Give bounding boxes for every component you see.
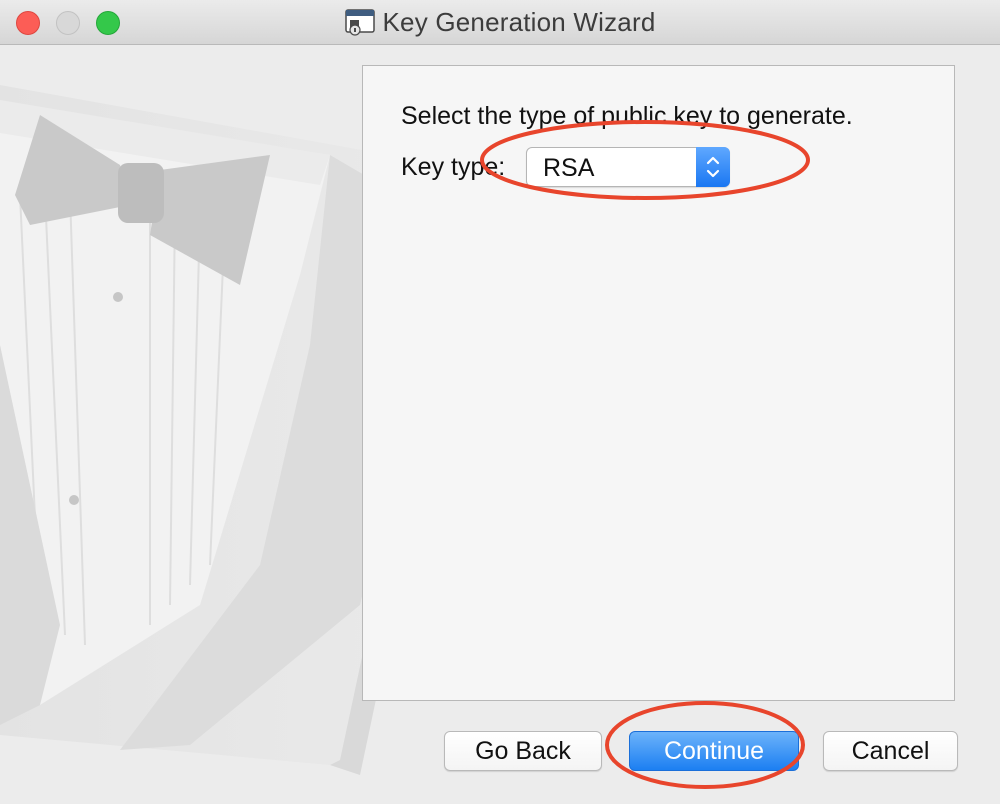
key-type-select[interactable]: RSA (526, 147, 730, 187)
go-back-button[interactable]: Go Back (444, 731, 602, 771)
title-container: Key Generation Wizard (0, 0, 1000, 44)
window-title: Key Generation Wizard (382, 6, 656, 37)
content-panel: Select the type of public key to generat… (362, 65, 955, 701)
instruction-text: Select the type of public key to generat… (401, 102, 853, 130)
select-stepper[interactable] (696, 147, 730, 187)
key-type-label: Key type: (401, 153, 506, 181)
continue-button[interactable]: Continue (629, 731, 799, 771)
wizard-window: Key Generation Wizard Select the type of… (0, 0, 1000, 804)
title-bar: Key Generation Wizard (0, 0, 1000, 45)
app-icon (344, 9, 375, 36)
chevron-updown-icon (706, 156, 720, 178)
key-type-selected-value: RSA (543, 154, 595, 182)
cancel-button[interactable]: Cancel (823, 731, 958, 771)
